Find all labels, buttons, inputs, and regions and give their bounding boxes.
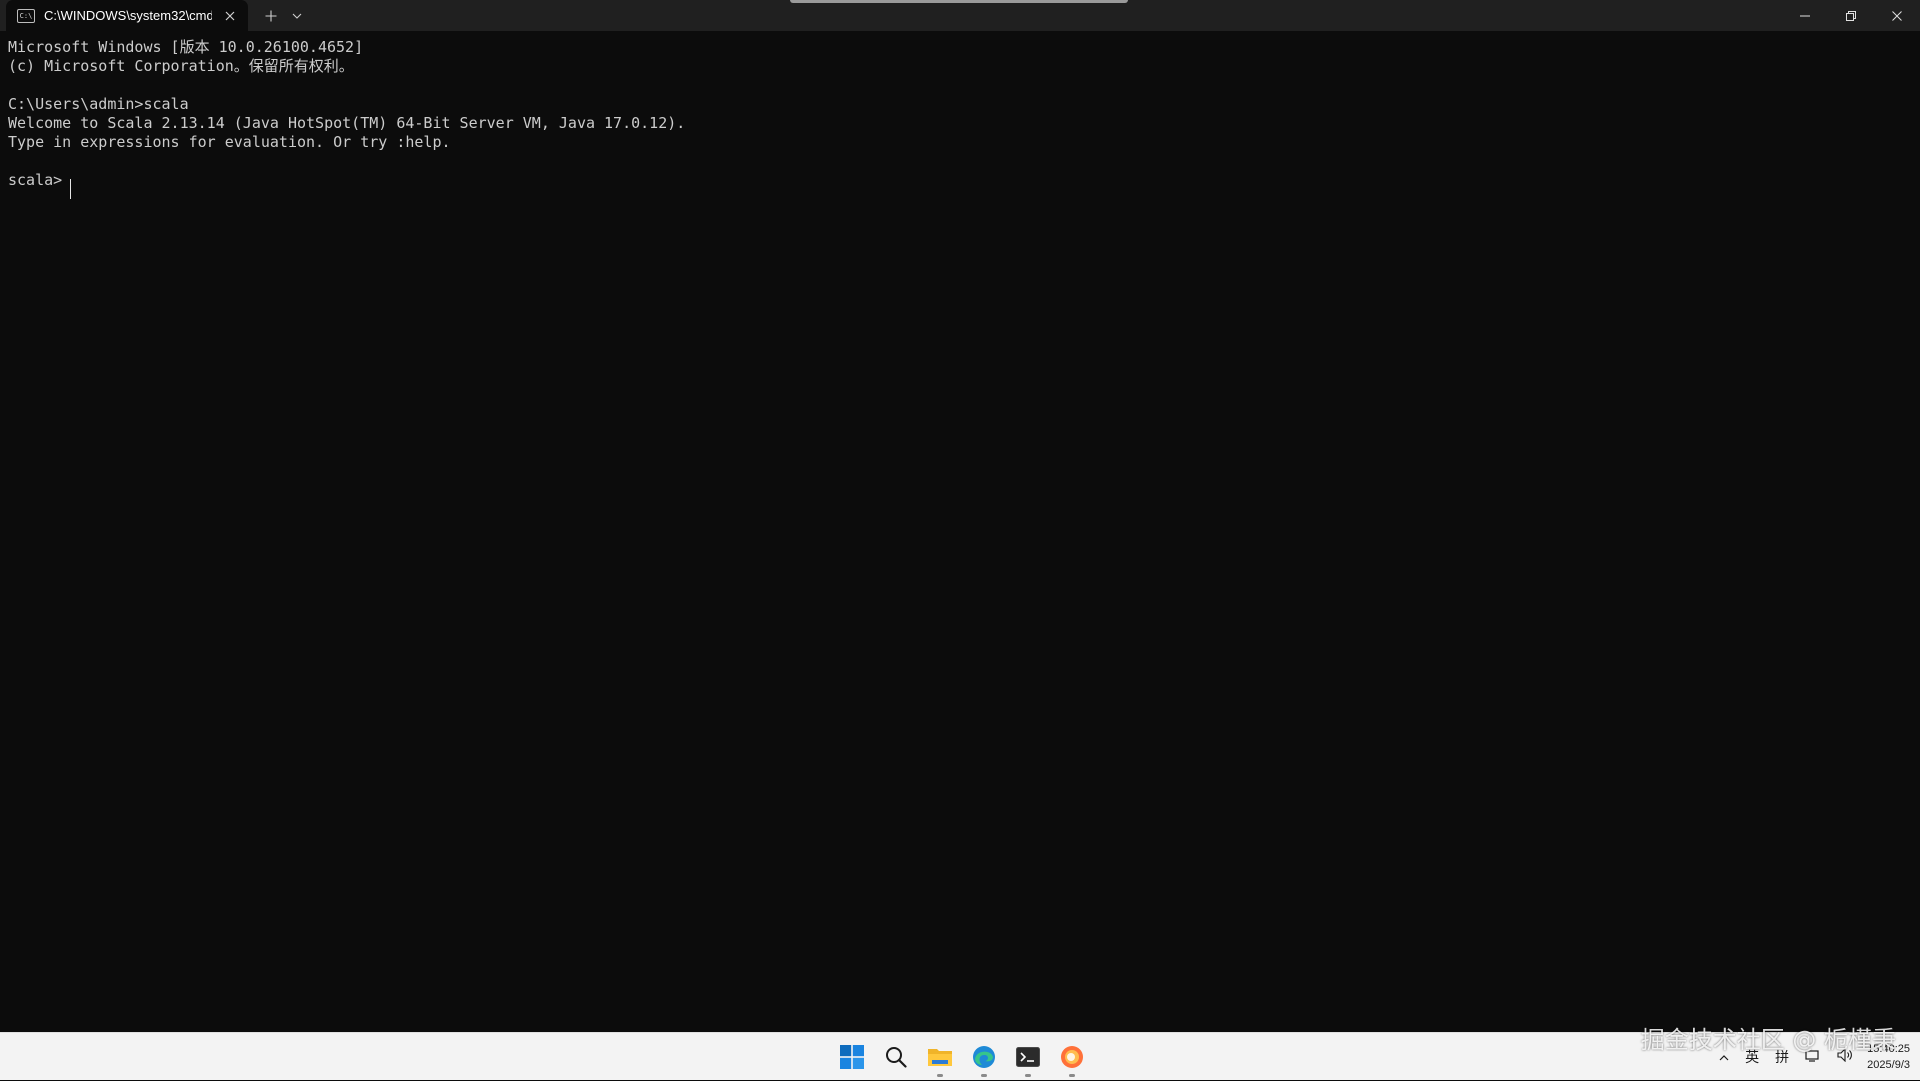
terminal-line: Microsoft Windows [版本 10.0.26100.4652] bbox=[8, 38, 364, 56]
close-window-button[interactable] bbox=[1874, 0, 1920, 31]
window-controls bbox=[1782, 0, 1920, 31]
running-indicator bbox=[937, 1074, 943, 1077]
minimize-button[interactable] bbox=[1782, 0, 1828, 31]
tab-close-button[interactable] bbox=[220, 6, 240, 26]
edge-button[interactable] bbox=[962, 1035, 1006, 1079]
tab-title: C:\WINDOWS\system32\cmd. bbox=[44, 8, 212, 23]
firefox-button[interactable] bbox=[1050, 1035, 1094, 1079]
terminal-line: Type in expressions for evaluation. Or t… bbox=[8, 133, 451, 151]
plus-icon bbox=[265, 10, 277, 21]
terminal-button[interactable] bbox=[1006, 1035, 1050, 1079]
drag-handle[interactable] bbox=[790, 0, 1128, 3]
taskbar-apps bbox=[830, 1033, 1094, 1081]
windows-start-icon bbox=[840, 1045, 864, 1069]
clock-date: 2025/9/3 bbox=[1867, 1059, 1910, 1071]
chevron-down-icon bbox=[292, 13, 302, 19]
new-tab-button[interactable] bbox=[256, 0, 286, 31]
title-bar: C:\ C:\WINDOWS\system32\cmd. bbox=[0, 0, 1920, 31]
chevron-up-icon bbox=[1719, 1055, 1729, 1061]
text-cursor bbox=[70, 179, 71, 199]
watermark: 掘金技术社区 @ 栀槿秉 bbox=[1640, 1026, 1896, 1054]
running-indicator bbox=[981, 1074, 987, 1077]
search-icon bbox=[886, 1047, 907, 1068]
tab-dropdown-button[interactable] bbox=[286, 0, 308, 31]
edge-icon bbox=[973, 1046, 995, 1068]
restore-icon bbox=[1846, 10, 1856, 21]
start-button[interactable] bbox=[830, 1035, 874, 1079]
restore-button[interactable] bbox=[1828, 0, 1874, 31]
search-button[interactable] bbox=[874, 1035, 918, 1079]
terminal-prompt: scala> bbox=[8, 171, 63, 189]
file-explorer-icon bbox=[928, 1049, 952, 1066]
taskbar: 英 拼 15:40:25 2025/9/3 bbox=[0, 1032, 1920, 1080]
firefox-icon bbox=[1061, 1046, 1083, 1068]
terminal-line: (c) Microsoft Corporation。保留所有权利。 bbox=[8, 57, 354, 75]
file-explorer-button[interactable] bbox=[918, 1035, 962, 1079]
terminal-icon bbox=[1016, 1047, 1040, 1067]
running-indicator bbox=[1069, 1074, 1075, 1077]
close-icon bbox=[1892, 10, 1902, 21]
cmd-icon: C:\ bbox=[17, 8, 35, 23]
running-indicator bbox=[1025, 1074, 1031, 1077]
terminal-output[interactable]: Microsoft Windows [版本 10.0.26100.4652] (… bbox=[0, 31, 1920, 1032]
minimize-icon bbox=[1800, 15, 1810, 16]
terminal-line: C:\Users\admin>scala bbox=[8, 95, 189, 113]
tab-cmd[interactable]: C:\ C:\WINDOWS\system32\cmd. bbox=[6, 0, 248, 31]
close-icon bbox=[225, 11, 235, 20]
terminal-line: Welcome to Scala 2.13.14 (Java HotSpot(T… bbox=[8, 114, 686, 132]
